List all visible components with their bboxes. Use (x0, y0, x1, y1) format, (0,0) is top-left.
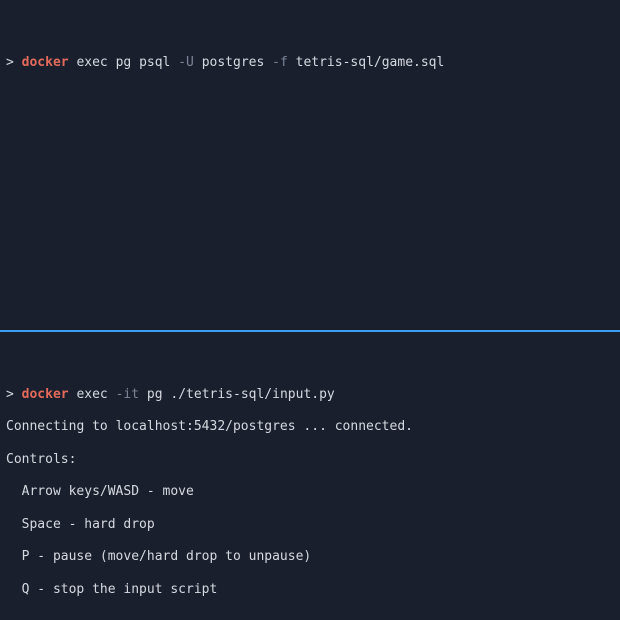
command-line-bottom: > docker exec -it pg ./tetris-sql/input.… (6, 370, 614, 403)
docker-keyword: docker (22, 387, 69, 402)
controls-move: Arrow keys/WASD - move (22, 484, 194, 499)
controls-pause: P - pause (move/hard drop to unpause) (22, 549, 312, 564)
prompt-caret: > (6, 55, 14, 70)
docker-keyword: docker (22, 55, 69, 70)
cmd-args: tetris-sql/game.sql (296, 55, 445, 70)
output-line: Arrow keys/WASD - move (6, 484, 614, 500)
cmd-args: exec (76, 387, 107, 402)
terminal-pane-bottom[interactable]: > docker exec -it pg ./tetris-sql/input.… (0, 332, 620, 620)
controls-harddrop: Space - hard drop (22, 517, 155, 532)
output-line: Controls: (6, 452, 614, 468)
output-line: P - pause (move/hard drop to unpause) (6, 549, 614, 565)
output-line: Connecting to localhost:5432/postgres ..… (6, 419, 614, 435)
cmd-args: exec pg psql (76, 55, 170, 70)
cmd-args: pg ./tetris-sql/input.py (147, 387, 335, 402)
cmd-args: postgres (202, 55, 265, 70)
output-line: Space - hard drop (6, 517, 614, 533)
controls-quit: Q - stop the input script (22, 582, 218, 597)
prompt-caret: > (6, 387, 14, 402)
terminal-pane-top[interactable]: > docker exec pg psql -U postgres -f tet… (0, 0, 620, 332)
command-line-top: > docker exec pg psql -U postgres -f tet… (6, 39, 614, 72)
flag-it: -it (116, 387, 139, 402)
output-line: Q - stop the input script (6, 582, 614, 598)
flag-u: -U (178, 55, 194, 70)
flag-f: -f (272, 55, 288, 70)
